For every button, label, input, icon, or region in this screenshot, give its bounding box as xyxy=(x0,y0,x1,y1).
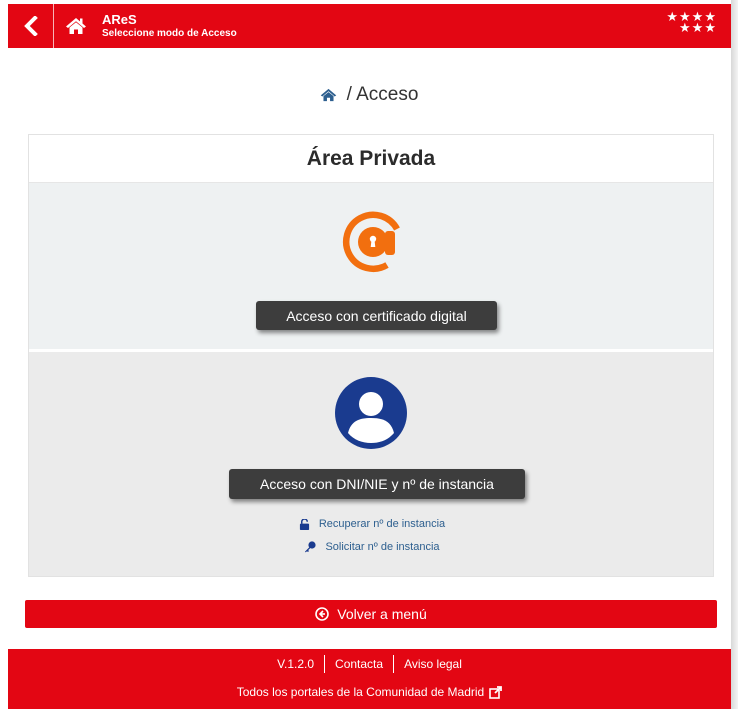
home-icon xyxy=(320,88,336,102)
version-label: V.1.2.0 xyxy=(277,657,315,671)
certificate-access-button[interactable]: Acceso con certificado digital xyxy=(256,301,497,330)
arrow-left-circle-icon xyxy=(315,607,330,621)
dni-access-button[interactable]: Acceso con DNI/NIE y nº de instancia xyxy=(229,469,525,499)
legal-notice-link[interactable]: Aviso legal xyxy=(404,657,462,671)
app-titles: AReS Seleccione modo de Acceso xyxy=(102,12,237,41)
private-area-panel: Área Privada Acceso con certificado digi… xyxy=(28,134,714,577)
all-portals-link[interactable]: Todos los portales de la Comunidad de Ma… xyxy=(8,685,731,699)
footer-divider xyxy=(393,655,395,673)
request-instance-link[interactable]: Solicitar nº de instancia xyxy=(29,541,715,553)
recover-instance-link[interactable]: Recuperar nº de instancia xyxy=(29,518,715,530)
footer-divider xyxy=(324,655,326,673)
window-edge xyxy=(731,0,738,709)
footer-links: V.1.2.0 Contacta Aviso legal xyxy=(8,655,731,673)
community-stars-logo: ★★★★ ★★★ xyxy=(666,11,717,35)
certificate-section: Acceso con certificado digital xyxy=(29,183,713,349)
panel-title: Área Privada xyxy=(29,135,713,183)
back-to-menu-label: Volver a menú xyxy=(337,606,427,622)
external-link-icon xyxy=(489,685,503,699)
request-instance-label: Solicitar nº de instancia xyxy=(325,541,440,553)
user-circle-icon xyxy=(335,377,407,449)
recover-instance-label: Recuperar nº de instancia xyxy=(318,518,446,530)
breadcrumb: / Acceso xyxy=(0,84,738,106)
key-icon xyxy=(305,541,317,553)
top-bar: AReS Seleccione modo de Acceso ★★★★ ★★★ xyxy=(8,4,731,48)
all-portals-label: Todos los portales de la Comunidad de Ma… xyxy=(236,685,485,699)
back-button[interactable] xyxy=(8,4,54,48)
breadcrumb-current: / Acceso xyxy=(346,84,419,105)
unlock-icon xyxy=(299,518,309,530)
certificate-at-lock-icon xyxy=(342,211,400,272)
app-name: AReS xyxy=(102,11,137,27)
home-button[interactable] xyxy=(54,4,98,48)
chevron-left-icon xyxy=(23,16,38,36)
back-to-menu-button[interactable]: Volver a menú xyxy=(25,600,717,628)
page-subtitle: Seleccione modo de Acceso xyxy=(102,27,237,39)
home-icon xyxy=(66,18,86,34)
footer: V.1.2.0 Contacta Aviso legal Todos los p… xyxy=(8,649,731,709)
breadcrumb-home-link[interactable] xyxy=(320,88,337,102)
dni-section: Acceso con DNI/NIE y nº de instancia Rec… xyxy=(29,349,713,576)
contact-link[interactable]: Contacta xyxy=(335,657,383,671)
